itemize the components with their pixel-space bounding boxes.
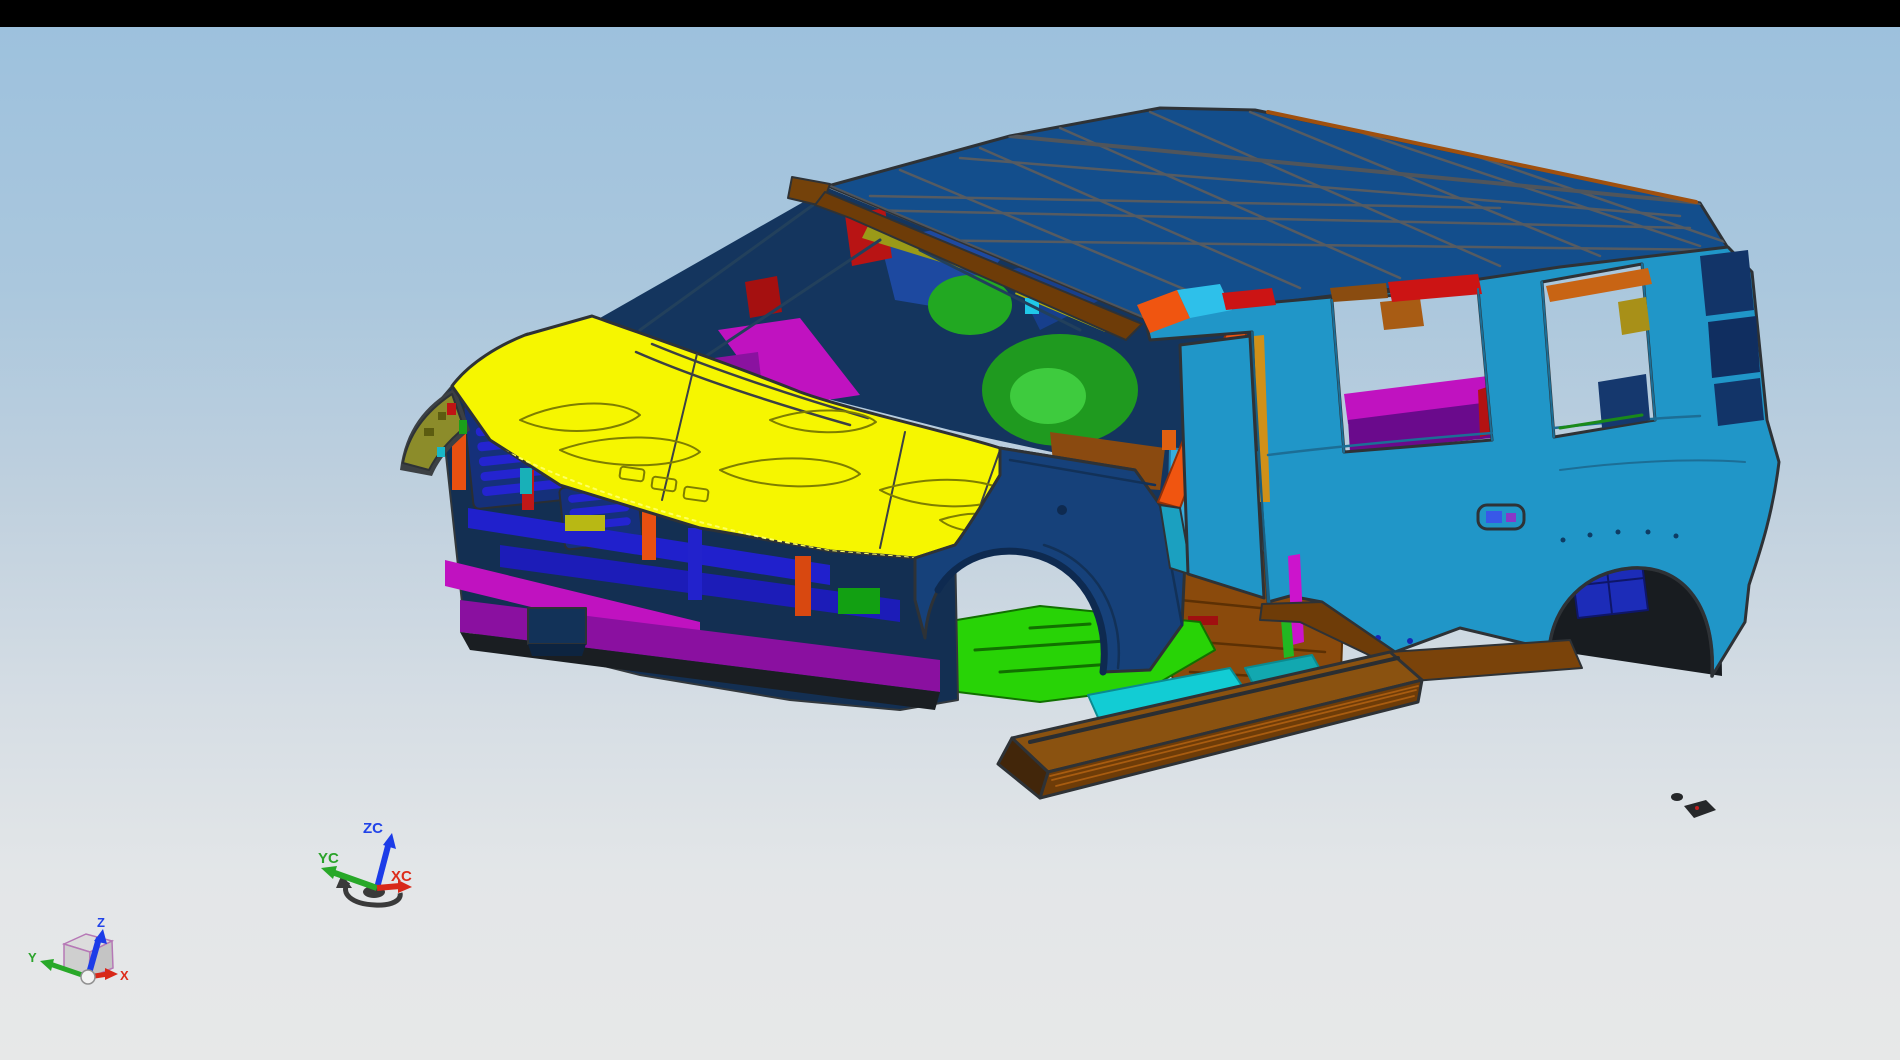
abs-z-label: Z — [97, 915, 105, 930]
quarter-window-parts — [1546, 268, 1652, 428]
tip-cyan-speck — [437, 447, 445, 457]
abs-triad[interactable]: Z Y X — [28, 915, 129, 984]
front-underbox[interactable] — [528, 608, 586, 656]
cad-application-window: ZC YC XC Z Y X — [0, 0, 1900, 1060]
debris — [1671, 793, 1716, 818]
bay-green-bit2 — [838, 588, 880, 614]
d-pillar-navy-3 — [1714, 378, 1764, 426]
bay-yellow-bit — [565, 515, 605, 531]
wcs-triad[interactable]: ZC YC XC — [318, 820, 412, 905]
seat-highlight — [1010, 368, 1086, 424]
tip-detail2 — [438, 412, 446, 420]
abs-y-arrowhead — [40, 959, 54, 971]
abs-x-arrowhead — [105, 968, 118, 980]
door-handle-blue — [1486, 511, 1502, 523]
wcs-z-label: ZC — [363, 820, 383, 837]
post-blue — [688, 528, 702, 600]
wcs-z-axis[interactable] — [377, 846, 388, 888]
tip-detail1 — [424, 428, 434, 436]
d-pillar-navy-2 — [1708, 316, 1760, 378]
fender-hole — [1057, 505, 1067, 515]
bay-teal-bit — [520, 468, 532, 494]
viewport-canvas[interactable]: ZC YC XC Z Y X — [0, 27, 1900, 1060]
window-bracket-brown — [1380, 298, 1424, 330]
tip-green-speck — [459, 420, 467, 434]
abs-origin-sphere[interactable] — [81, 970, 95, 984]
d-pillar-navy-1 — [1700, 250, 1754, 316]
graphics-viewport[interactable]: ZC YC XC Z Y X — [0, 27, 1900, 1060]
inner-red-small — [745, 276, 782, 318]
hinge-orange-bit — [1162, 430, 1176, 450]
top-bar — [0, 0, 1900, 27]
wcs-x-axis[interactable] — [377, 886, 400, 888]
wcs-x-label: XC — [391, 868, 412, 885]
door-handle-purple — [1506, 513, 1516, 522]
car-model[interactable] — [400, 108, 1779, 818]
wcs-y-arrowhead — [321, 866, 337, 879]
brace-orange-3 — [795, 556, 811, 616]
quarter-window-olive-tab — [1618, 297, 1650, 335]
abs-x-label: X — [120, 968, 129, 983]
tip-red-speck — [447, 403, 456, 415]
abs-y-label: Y — [28, 950, 37, 965]
wcs-y-label: YC — [318, 850, 339, 867]
